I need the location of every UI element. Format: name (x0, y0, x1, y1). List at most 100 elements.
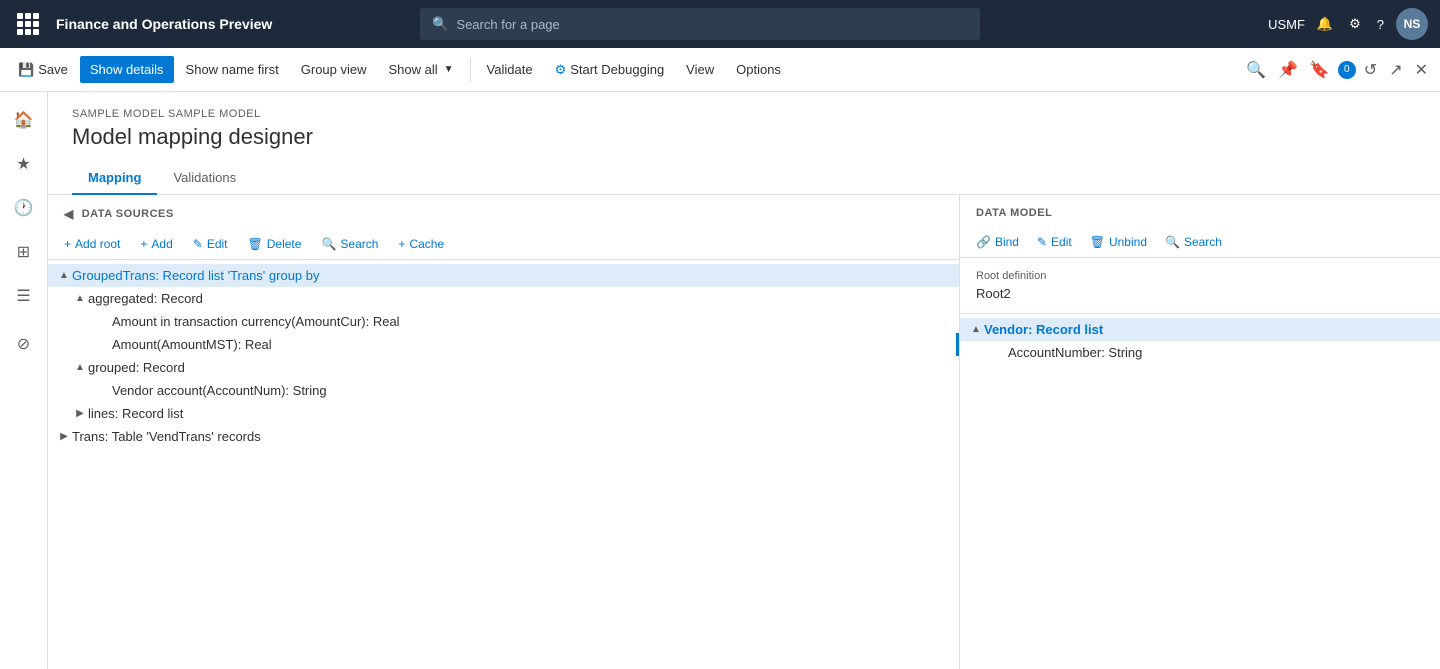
dm-search-button[interactable]: 🔍 Search (1157, 231, 1230, 253)
top-nav-right: USMF 🔔 ⚙ ? NS (1268, 8, 1428, 40)
dm-panel-title: DATA MODEL (960, 195, 1440, 227)
dm-edit-icon: ✎ (1037, 235, 1047, 249)
tree-toggle-icon: ▲ (72, 293, 88, 304)
cmd-search-icon[interactable]: 🔍 (1242, 56, 1270, 84)
global-search[interactable]: 🔍 Search for a page (420, 8, 980, 40)
options-button[interactable]: Options (726, 56, 791, 83)
delete-button[interactable]: 🗑 Delete (240, 233, 310, 255)
show-all-button[interactable]: Show all ▼ (379, 56, 464, 83)
validate-button[interactable]: Validate (477, 56, 543, 83)
tree-item-label: lines: Record list (88, 406, 951, 421)
cache-icon: + (398, 237, 405, 251)
tree-item[interactable]: Amount in transaction currency(AmountCur… (48, 310, 959, 333)
tree-item[interactable]: ▲ Vendor: Record list (960, 318, 1440, 341)
split-content: ◀ DATA SOURCES + Add root + Add ✎ Edit (48, 195, 1440, 669)
tree-item[interactable]: AccountNumber: String (960, 341, 1440, 364)
show-details-button[interactable]: Show details (80, 56, 174, 83)
user-label: USMF (1268, 17, 1305, 32)
sidebar-item-workspaces[interactable]: ⊞ (4, 232, 44, 272)
sidebar-filter-icon[interactable]: ⊘ (4, 324, 44, 364)
group-view-button[interactable]: Group view (291, 56, 377, 83)
save-button[interactable]: 💾 Save (8, 56, 78, 84)
tree-item[interactable]: ▶ Trans: Table 'VendTrans' records (48, 425, 959, 448)
tree-item-label: grouped: Record (88, 360, 951, 375)
cmd-refresh-icon[interactable]: ↺ (1360, 56, 1381, 84)
ds-tree: ▲ GroupedTrans: Record list 'Trans' grou… (48, 260, 959, 669)
tree-item[interactable]: ▲ aggregated: Record (48, 287, 959, 310)
search-placeholder: Search for a page (456, 17, 559, 32)
dm-search-icon: 🔍 (1165, 235, 1180, 249)
tree-toggle-icon: ▶ (72, 408, 88, 419)
bind-icon: 🔗 (976, 235, 991, 249)
root-def-value: Root2 (976, 286, 1424, 301)
edit-button[interactable]: ✎ Edit (185, 233, 236, 255)
avatar[interactable]: NS (1396, 8, 1428, 40)
tab-mapping[interactable]: Mapping (72, 162, 157, 195)
dm-tree: ▲ Vendor: Record list AccountNumber: Str… (960, 314, 1440, 669)
edit-icon: ✎ (193, 237, 203, 251)
left-sidebar: 🏠 ★ 🕐 ⊞ ☰ ⊘ (0, 92, 48, 669)
notifications-icon[interactable]: 🔔 (1313, 12, 1337, 36)
debug-icon: ⚙ (555, 62, 567, 78)
tree-item-label: GroupedTrans: Record list 'Trans' group … (72, 268, 951, 283)
cmd-separator-1 (470, 58, 471, 82)
tree-item[interactable]: ▲ GroupedTrans: Record list 'Trans' grou… (48, 264, 959, 287)
tree-item[interactable]: Vendor account(AccountNum): String (48, 379, 959, 402)
help-icon[interactable]: ? (1373, 13, 1388, 36)
binding-indicator (956, 333, 959, 356)
tree-item[interactable]: ▶ lines: Record list (48, 402, 959, 425)
ds-collapse-button[interactable]: ◀ (64, 207, 74, 221)
command-bar: 💾 Save Show details Show name first Grou… (0, 48, 1440, 92)
bind-button[interactable]: 🔗 Bind (968, 231, 1027, 253)
tree-item-label: Amount(AmountMST): Real (112, 337, 951, 352)
start-debugging-button[interactable]: ⚙ Start Debugging (545, 56, 675, 84)
view-button[interactable]: View (676, 56, 724, 83)
page-header: SAMPLE MODEL SAMPLE MODEL Model mapping … (48, 92, 1440, 195)
cmd-close-icon[interactable]: ✕ (1411, 56, 1432, 84)
content-area: SAMPLE MODEL SAMPLE MODEL Model mapping … (48, 92, 1440, 669)
cache-button[interactable]: + Cache (390, 233, 452, 255)
show-all-dropdown-icon: ▼ (444, 64, 454, 75)
tab-validations[interactable]: Validations (157, 162, 252, 195)
app-grid-button[interactable] (12, 8, 44, 40)
tree-item-label: Amount in transaction currency(AmountCur… (112, 314, 951, 329)
dm-edit-button[interactable]: ✎ Edit (1029, 231, 1080, 253)
cmd-bookmark-icon[interactable]: 🔖 (1306, 56, 1334, 84)
sidebar-item-recent[interactable]: 🕐 (4, 188, 44, 228)
tree-toggle-icon: ▶ (56, 431, 72, 442)
top-navigation: Finance and Operations Preview 🔍 Search … (0, 0, 1440, 48)
app-title: Finance and Operations Preview (56, 16, 272, 32)
root-def-label: Root definition (976, 270, 1424, 282)
add-icon: + (140, 237, 147, 251)
sidebar-item-list[interactable]: ☰ (4, 276, 44, 316)
cmd-pin-icon[interactable]: 📌 (1274, 56, 1302, 84)
page-title: Model mapping designer (72, 124, 1416, 150)
ds-toolbar: + Add root + Add ✎ Edit 🗑 Delete (48, 229, 959, 260)
breadcrumb: SAMPLE MODEL SAMPLE MODEL (72, 108, 1416, 120)
settings-icon[interactable]: ⚙ (1345, 12, 1365, 36)
unbind-button[interactable]: 🗑 Unbind (1082, 231, 1155, 253)
show-name-first-button[interactable]: Show name first (176, 56, 289, 83)
add-button[interactable]: + Add (132, 233, 180, 255)
tree-item[interactable]: ▲ grouped: Record (48, 356, 959, 379)
delete-icon: 🗑 (248, 237, 263, 251)
tree-item[interactable]: Amount(AmountMST): Real (48, 333, 959, 356)
sidebar-item-favorites[interactable]: ★ (4, 144, 44, 184)
sidebar-item-home[interactable]: 🏠 (4, 100, 44, 140)
main-layout: 🏠 ★ 🕐 ⊞ ☰ ⊘ SAMPLE MODEL SAMPLE MODEL Mo… (0, 92, 1440, 669)
root-definition-section: Root definition Root2 (960, 258, 1440, 314)
tree-toggle-icon: ▲ (968, 324, 984, 335)
tree-item-label: Trans: Table 'VendTrans' records (72, 429, 951, 444)
tree-toggle-icon: ▲ (72, 362, 88, 373)
add-root-button[interactable]: + Add root (56, 233, 128, 255)
tree-item-label: aggregated: Record (88, 291, 951, 306)
dm-toolbar: 🔗 Bind ✎ Edit 🗑 Unbind 🔍 Search (960, 227, 1440, 258)
ds-search-button[interactable]: 🔍 Search (313, 233, 386, 255)
unbind-icon: 🗑 (1090, 235, 1105, 249)
search-icon: 🔍 (432, 16, 448, 32)
ds-search-icon: 🔍 (321, 237, 336, 251)
tree-item-label: Vendor account(AccountNum): String (112, 383, 951, 398)
ds-panel-title: ◀ DATA SOURCES (48, 195, 959, 229)
cmd-popout-icon[interactable]: ↗ (1385, 56, 1406, 84)
data-sources-panel: ◀ DATA SOURCES + Add root + Add ✎ Edit (48, 195, 960, 669)
